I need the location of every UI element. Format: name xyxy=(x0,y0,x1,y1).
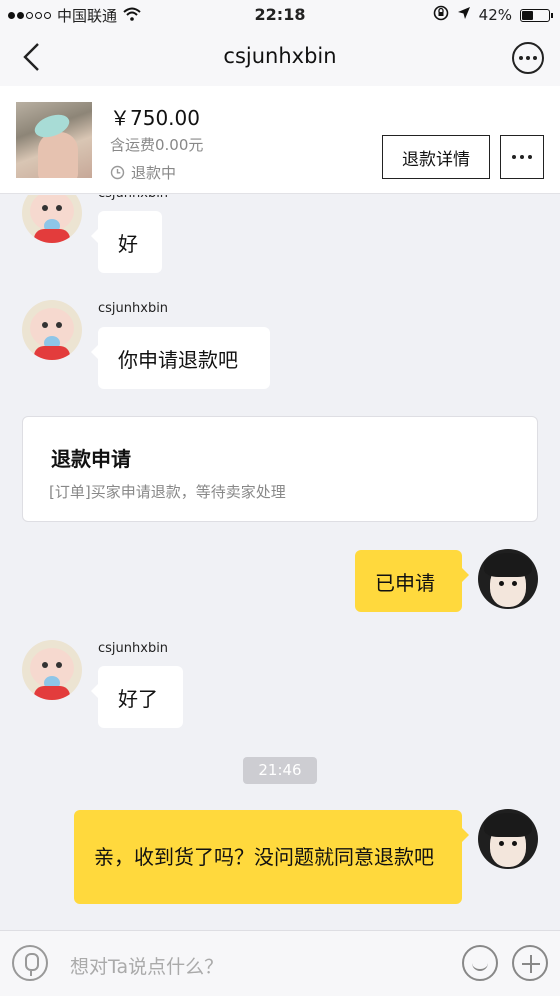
plus-icon[interactable] xyxy=(512,945,548,981)
message-bubble[interactable]: 亲，收到货了吗？没问题就同意退款吧 xyxy=(74,810,469,904)
message-bubble[interactable]: 你申请退款吧 xyxy=(91,327,270,389)
sender-name: csjunhxbin xyxy=(98,641,169,656)
more-menu-button[interactable] xyxy=(512,42,544,74)
message-input[interactable]: 想对Ta说点什么？ xyxy=(70,952,223,979)
card-title: 退款申请 xyxy=(51,447,131,471)
message-bubble[interactable]: 好 xyxy=(91,211,162,273)
rotation-lock-icon xyxy=(433,5,449,25)
emoji-icon[interactable] xyxy=(462,945,498,981)
ellipsis-icon xyxy=(519,56,523,60)
chat-title: csjunhxbin xyxy=(223,44,337,68)
status-bar: 中国联通 22:18 42% xyxy=(0,0,560,30)
seller-avatar[interactable] xyxy=(22,195,82,243)
sender-name: csjunhxbin xyxy=(98,195,168,201)
refund-details-button[interactable]: 退款详情 xyxy=(382,135,490,179)
my-avatar[interactable] xyxy=(478,549,538,609)
location-icon xyxy=(457,6,471,24)
input-bar: 想对Ta说点什么？ xyxy=(0,930,560,996)
product-thumbnail[interactable] xyxy=(16,102,92,178)
sender-name: csjunhxbin xyxy=(98,301,169,316)
timestamp-badge: 21:46 xyxy=(243,757,317,784)
status-right: 42% xyxy=(433,5,553,25)
order-summary[interactable]: ￥750.00 含运费0.00元 退款中 退款详情 xyxy=(0,86,560,194)
seller-avatar[interactable] xyxy=(22,640,82,700)
seller-avatar[interactable] xyxy=(22,300,82,360)
clock-icon xyxy=(110,165,125,180)
order-shipping: 含运费0.00元 xyxy=(110,136,204,154)
microphone-icon[interactable] xyxy=(12,945,48,981)
order-more-button[interactable] xyxy=(500,135,544,179)
order-status: 退款中 xyxy=(110,162,176,183)
my-avatar[interactable] xyxy=(478,809,538,869)
order-status-label: 退款中 xyxy=(131,164,177,182)
order-price: ￥750.00 xyxy=(110,106,200,130)
card-description: [订单]买家申请退款，等待卖家处理 xyxy=(49,483,286,501)
battery-icon xyxy=(520,8,553,22)
message-bubble[interactable]: 好了 xyxy=(91,666,183,728)
nav-bar: csjunhxbin xyxy=(0,30,560,86)
refund-request-card[interactable]: 退款申请 [订单]买家申请退款，等待卖家处理 xyxy=(22,416,538,522)
message-bubble[interactable]: 已申请 xyxy=(355,550,469,612)
ellipsis-icon xyxy=(512,155,516,159)
battery-percent: 42% xyxy=(478,6,512,24)
chat-list[interactable]: csjunhxbin 好 csjunhxbin 你申请退款吧 退款申请 [订单]… xyxy=(0,195,560,930)
